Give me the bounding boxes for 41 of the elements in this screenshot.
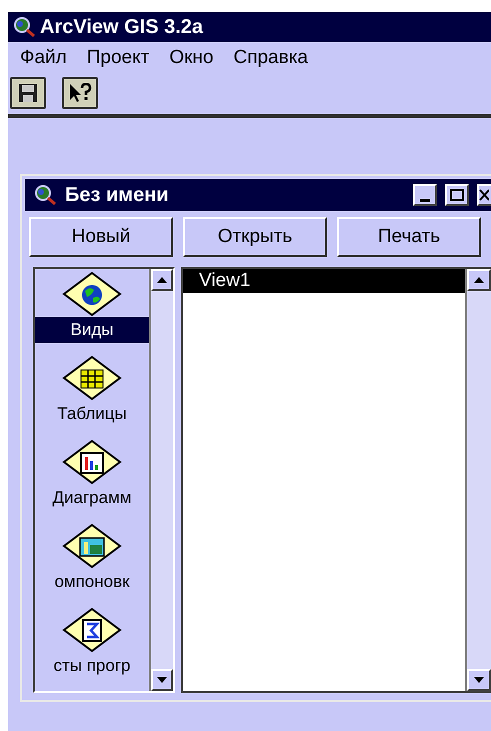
menu-item[interactable]: Файл: [20, 44, 67, 72]
toolbar-button[interactable]: Печать: [337, 217, 481, 257]
document-type-item[interactable]: омпоновк: [35, 569, 149, 595]
view-document-icon: [62, 271, 122, 317]
document-type-item[interactable]: Диаграмм: [35, 485, 149, 511]
document-type-item[interactable]: сты прогр: [35, 653, 149, 679]
scroll-down-button[interactable]: [151, 669, 173, 691]
document-type-item[interactable]: Виды: [35, 317, 149, 343]
maximize-button[interactable]: [445, 184, 469, 206]
table-document-icon: [62, 355, 122, 401]
globe-magnifier-icon: [12, 16, 36, 38]
maximize-icon: [450, 189, 464, 201]
minimize-button[interactable]: [413, 184, 437, 206]
toolbar-button[interactable]: Открыть: [183, 217, 327, 257]
scroll-up-button[interactable]: [467, 269, 491, 291]
help-button[interactable]: [62, 77, 98, 109]
up-arrow-icon: [474, 277, 484, 283]
menu-item[interactable]: Проект: [86, 44, 150, 72]
close-icon: [479, 189, 489, 201]
menu-item[interactable]: Окно: [169, 44, 214, 72]
scrollbar[interactable]: [149, 269, 173, 691]
scroll-up-button[interactable]: [151, 269, 173, 291]
down-arrow-icon: [474, 677, 484, 683]
scroll-down-button[interactable]: [467, 669, 491, 691]
menu-item[interactable]: Справка: [233, 44, 308, 72]
up-arrow-icon: [157, 277, 167, 283]
down-arrow-icon: [157, 677, 167, 683]
save-button[interactable]: [10, 77, 46, 109]
script-document-icon: [62, 607, 122, 653]
document-list-item[interactable]: View1: [183, 269, 465, 293]
window-title: ArcView GIS 3.2a: [40, 15, 204, 40]
document-type-item[interactable]: Таблицы: [35, 401, 149, 427]
toolbar-button[interactable]: Новый: [29, 217, 173, 257]
minimize-icon: [420, 199, 430, 202]
layout-document-icon: [62, 523, 122, 569]
window-title: Без имени: [65, 183, 170, 208]
chart-document-icon: [62, 439, 122, 485]
scrollbar[interactable]: [465, 269, 491, 691]
close-button[interactable]: [477, 184, 491, 206]
pointer-help-icon: [68, 83, 92, 103]
globe-magnifier-icon: [33, 184, 57, 206]
